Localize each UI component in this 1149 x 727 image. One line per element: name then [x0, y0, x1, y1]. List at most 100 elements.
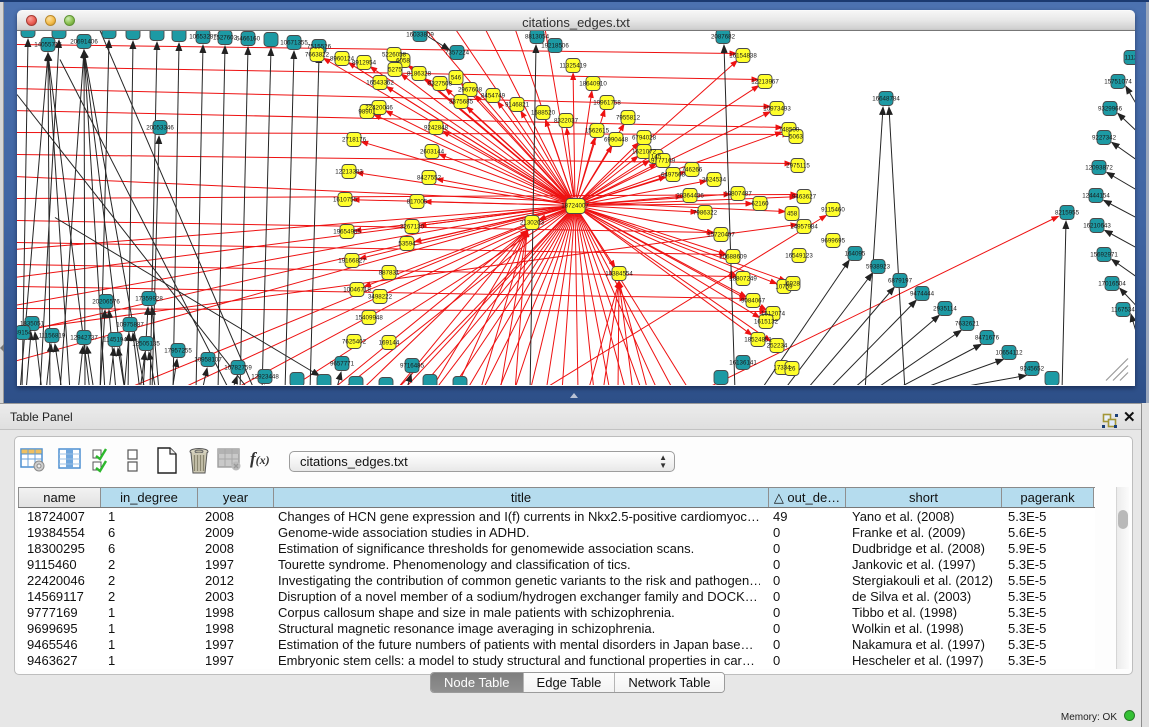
- svg-text:3498222: 3498222: [368, 294, 393, 301]
- svg-text:10975887: 10975887: [116, 322, 144, 329]
- svg-text:9699695: 9699695: [821, 238, 846, 245]
- svg-text:16210643: 16210643: [1083, 223, 1111, 230]
- svg-text:12942737: 12942737: [70, 335, 98, 342]
- svg-text:9146821: 9146821: [505, 102, 530, 109]
- svg-text:12093872: 12093872: [1085, 165, 1113, 172]
- svg-text:19384554: 19384554: [605, 271, 633, 278]
- svg-text:15751074: 15751074: [1104, 79, 1132, 86]
- svg-text:5226058: 5226058: [382, 52, 407, 59]
- svg-text:1562615: 1562615: [585, 128, 610, 135]
- svg-text:12923448: 12923448: [251, 374, 279, 381]
- svg-text:12505135: 12505135: [132, 341, 160, 348]
- svg-text:12444154: 12444154: [1082, 193, 1110, 200]
- svg-text:5063: 5063: [789, 134, 803, 141]
- svg-text:458: 458: [787, 211, 798, 218]
- svg-text:887831: 887831: [379, 270, 400, 277]
- svg-text:18807249: 18807249: [729, 276, 757, 283]
- svg-text:11325419: 11325419: [559, 63, 587, 70]
- svg-text:546: 546: [451, 75, 462, 82]
- svg-text:169144: 169144: [379, 340, 400, 347]
- svg-text:19166827: 19166827: [338, 258, 366, 265]
- svg-text:7632621: 7632621: [955, 321, 980, 328]
- svg-text:748500: 748500: [779, 127, 800, 134]
- svg-text:8471676: 8471676: [975, 335, 1000, 342]
- svg-text:20206576: 20206576: [92, 299, 120, 306]
- svg-text:16549123: 16549123: [785, 253, 813, 260]
- svg-text:10961758: 10961758: [593, 100, 621, 107]
- svg-text:9463627: 9463627: [792, 194, 817, 201]
- svg-text:8912954: 8912954: [352, 60, 377, 67]
- svg-text:5938923: 5938923: [866, 264, 891, 271]
- svg-text:9327508: 9327508: [428, 81, 453, 88]
- svg-text:2087682: 2087682: [711, 34, 736, 41]
- svg-text:17957255: 17957255: [164, 348, 192, 355]
- svg-text:20053346: 20053346: [146, 125, 174, 132]
- svg-text:6466160: 6466160: [236, 36, 261, 43]
- svg-text:746266: 746266: [682, 167, 703, 174]
- svg-text:9657771: 9657771: [330, 361, 355, 368]
- svg-text:7986322: 7986322: [693, 210, 718, 217]
- svg-text:9474444: 9474444: [910, 291, 935, 298]
- svg-text:16543362: 16543362: [366, 80, 394, 87]
- svg-text:8427552: 8427552: [417, 175, 442, 182]
- svg-text:10807487: 10807487: [724, 191, 752, 198]
- svg-text:20364436: 20364436: [676, 193, 704, 200]
- svg-text:16033809: 16033809: [406, 32, 434, 39]
- svg-text:9115460: 9115460: [821, 207, 845, 214]
- svg-text:17016504: 17016504: [1098, 281, 1126, 288]
- svg-text:164095: 164095: [845, 251, 866, 258]
- svg-text:18724007: 18724007: [561, 203, 589, 210]
- svg-text:18640910: 18640910: [579, 81, 607, 88]
- svg-text:2967608: 2967608: [458, 87, 483, 94]
- svg-text:14957984: 14957984: [790, 224, 818, 231]
- svg-text:6794028: 6794028: [632, 135, 657, 142]
- svg-text:8960124: 8960124: [330, 56, 355, 63]
- svg-text:6879197: 6879197: [888, 278, 913, 285]
- svg-text:11156819: 11156819: [39, 333, 66, 340]
- svg-text:12213967: 12213967: [751, 79, 779, 86]
- svg-text:1145194: 1145194: [103, 337, 127, 344]
- svg-text:62160: 62160: [751, 201, 769, 208]
- svg-text:9329966: 9329966: [1098, 106, 1123, 113]
- svg-text:26: 26: [789, 366, 796, 373]
- svg-text:6058: 6058: [396, 58, 410, 65]
- svg-text:10671355: 10671355: [280, 40, 308, 47]
- svg-text:98901: 98901: [358, 109, 376, 116]
- svg-text:2130203: 2130203: [520, 220, 545, 227]
- svg-text:39154: 39154: [17, 330, 32, 337]
- svg-text:17359928: 17359928: [135, 296, 163, 303]
- svg-text:7625402: 7625402: [342, 339, 367, 346]
- svg-text:10688609: 10688609: [719, 254, 747, 261]
- svg-text:9084067: 9084067: [741, 298, 766, 305]
- svg-text:16648784: 16648784: [872, 96, 900, 103]
- svg-text:817005: 817005: [407, 199, 428, 206]
- svg-text:9227342: 9227342: [1092, 135, 1117, 142]
- svg-text:7955812: 7955812: [616, 115, 641, 122]
- svg-text:15720407: 15720407: [707, 232, 735, 239]
- svg-text:15409948: 15409948: [355, 315, 383, 322]
- svg-text:16782759: 16782759: [224, 365, 252, 372]
- svg-text:8454749: 8454749: [481, 93, 506, 100]
- svg-text:10973493: 10973493: [763, 106, 791, 113]
- svg-text:7663822: 7663822: [305, 52, 330, 59]
- svg-text:10958107: 10958107: [194, 357, 222, 364]
- svg-text:8813054: 8813054: [525, 34, 550, 41]
- svg-text:1610755: 1610755: [333, 197, 358, 204]
- svg-text:8186328: 8186328: [407, 71, 432, 78]
- svg-text:9245652: 9245652: [1020, 366, 1045, 373]
- svg-text:1112: 1112: [1125, 55, 1135, 62]
- svg-text:1612074: 1612074: [761, 311, 786, 318]
- svg-text:1588520: 1588520: [531, 110, 556, 117]
- svg-text:12213383: 12213383: [335, 169, 363, 176]
- svg-text:1835051: 1835051: [20, 321, 45, 328]
- svg-text:2603144: 2603144: [420, 149, 445, 156]
- svg-text:16136141: 16136141: [729, 360, 757, 367]
- svg-text:8215955: 8215955: [1055, 210, 1080, 217]
- svg-text:53594: 53594: [398, 241, 416, 248]
- svg-text:16154838: 16154838: [729, 53, 757, 60]
- svg-text:1615132: 1615132: [754, 319, 779, 326]
- svg-text:7357224: 7357224: [445, 50, 470, 57]
- svg-text:3267130: 3267130: [400, 224, 425, 231]
- svg-text:9716485: 9716485: [400, 363, 425, 370]
- svg-text:7515526: 7515526: [307, 44, 332, 51]
